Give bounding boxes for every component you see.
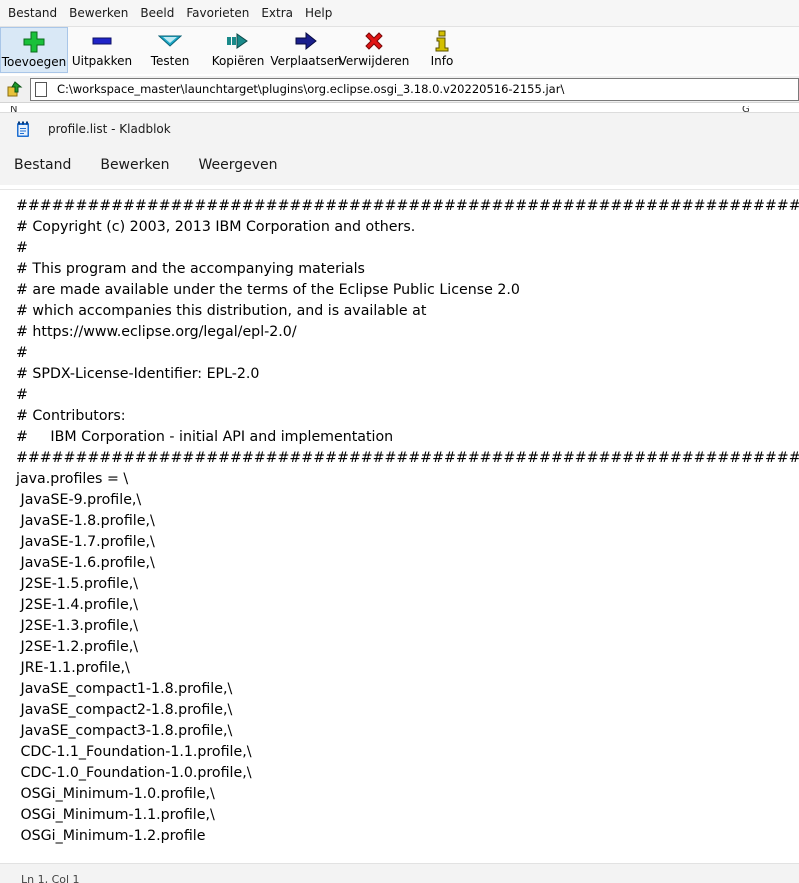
delete-x-icon	[362, 30, 386, 52]
text-line: #	[16, 345, 28, 361]
text-line: JavaSE_compact2-1.8.profile,\	[16, 702, 233, 718]
text-line: # IBM Corporation - initial API and impl…	[16, 429, 394, 445]
text-line: #	[16, 240, 28, 256]
copy-button[interactable]: Kopiëren	[204, 27, 272, 73]
copy-arrow-icon	[226, 30, 250, 52]
check-chevron-icon	[158, 30, 182, 52]
text-line: JavaSE-1.6.profile,\	[16, 555, 155, 571]
folder-up-button[interactable]	[0, 76, 30, 103]
text-line: ########################################…	[16, 450, 799, 466]
status-bar: Ln 1, Col 1	[0, 863, 799, 883]
text-line: JavaSE-1.8.profile,\	[16, 513, 155, 529]
test-button[interactable]: Testen	[136, 27, 204, 73]
text-line: #	[16, 387, 28, 403]
path-input[interactable]: C:\workspace_master\launchtarget\plugins…	[30, 77, 799, 101]
notepad-menu-bewerken[interactable]: Bewerken	[100, 157, 169, 173]
window-title: profile.list - Kladblok	[48, 122, 171, 136]
text-line: # https://www.eclipse.org/legal/epl-2.0/	[16, 324, 297, 340]
text-line: CDC-1.0_Foundation-1.0.profile,\	[16, 765, 252, 781]
archive-menu-favorieten[interactable]: Favorieten	[180, 0, 255, 26]
text-line: JRE-1.1.profile,\	[16, 660, 130, 676]
file-icon	[35, 81, 47, 97]
archive-address-bar: C:\workspace_master\launchtarget\plugins…	[0, 76, 799, 103]
delete-button[interactable]: Verwijderen	[339, 27, 409, 73]
archive-toolbar: Toevoegen Uitpakken Testen Kopiëren Verp…	[0, 26, 799, 74]
archive-menu-bewerken[interactable]: Bewerken	[63, 0, 134, 26]
text-line: J2SE-1.4.profile,\	[16, 597, 139, 613]
archive-menu-help[interactable]: Help	[299, 0, 338, 26]
text-line: # Contributors:	[16, 408, 126, 424]
archive-menubar: Bestand Bewerken Beeld Favorieten Extra …	[0, 0, 799, 26]
text-line: # SPDX-License-Identifier: EPL-2.0	[16, 366, 260, 382]
notepad-menu-bestand[interactable]: Bestand	[14, 157, 71, 173]
text-line: JavaSE-9.profile,\	[16, 492, 142, 508]
archive-menu-extra[interactable]: Extra	[255, 0, 299, 26]
minus-icon	[90, 30, 114, 52]
notepad-window: profile.list - Kladblok Bestand Bewerken…	[0, 112, 799, 883]
text-line: # are made available under the terms of …	[16, 282, 520, 298]
text-line: J2SE-1.5.profile,\	[16, 576, 139, 592]
text-line: JavaSE-1.7.profile,\	[16, 534, 155, 550]
notepad-menu-weergeven[interactable]: Weergeven	[198, 157, 277, 173]
notepad-icon	[17, 121, 29, 137]
info-button[interactable]: Info	[408, 27, 476, 73]
move-button[interactable]: Verplaatsen	[270, 27, 342, 73]
plus-icon	[22, 31, 46, 53]
info-icon	[430, 30, 454, 52]
notepad-titlebar: profile.list - Kladblok	[0, 113, 799, 145]
text-line: OSGi_Minimum-1.1.profile,\	[16, 807, 215, 823]
text-line: J2SE-1.3.profile,\	[16, 618, 139, 634]
text-editor[interactable]: ########################################…	[0, 189, 799, 863]
move-arrow-icon	[294, 30, 318, 52]
text-line: # which accompanies this distribution, a…	[16, 303, 427, 319]
text-line: OSGi_Minimum-1.2.profile	[16, 828, 206, 844]
cursor-position: Ln 1, Col 1	[21, 873, 80, 883]
text-line: CDC-1.1_Foundation-1.1.profile,\	[16, 744, 252, 760]
add-button[interactable]: Toevoegen	[0, 27, 68, 73]
text-line: # This program and the accompanying mate…	[16, 261, 365, 277]
folder-up-icon	[7, 81, 23, 97]
text-line: java.profiles = \	[16, 471, 129, 487]
extract-button[interactable]: Uitpakken	[68, 27, 136, 73]
text-line: # Copyright (c) 2003, 2013 IBM Corporati…	[16, 219, 416, 235]
text-line: J2SE-1.2.profile,\	[16, 639, 139, 655]
text-line: OSGi_Minimum-1.0.profile,\	[16, 786, 215, 802]
text-line: JavaSE_compact1-1.8.profile,\	[16, 681, 233, 697]
notepad-menubar: Bestand Bewerken Weergeven	[0, 145, 799, 185]
text-line: ########################################…	[16, 198, 799, 214]
path-text: C:\workspace_master\launchtarget\plugins…	[57, 82, 565, 96]
text-line: JavaSE_compact3-1.8.profile,\	[16, 723, 233, 739]
archive-menu-bestand[interactable]: Bestand	[2, 0, 63, 26]
archive-menu-beeld[interactable]: Beeld	[134, 0, 180, 26]
